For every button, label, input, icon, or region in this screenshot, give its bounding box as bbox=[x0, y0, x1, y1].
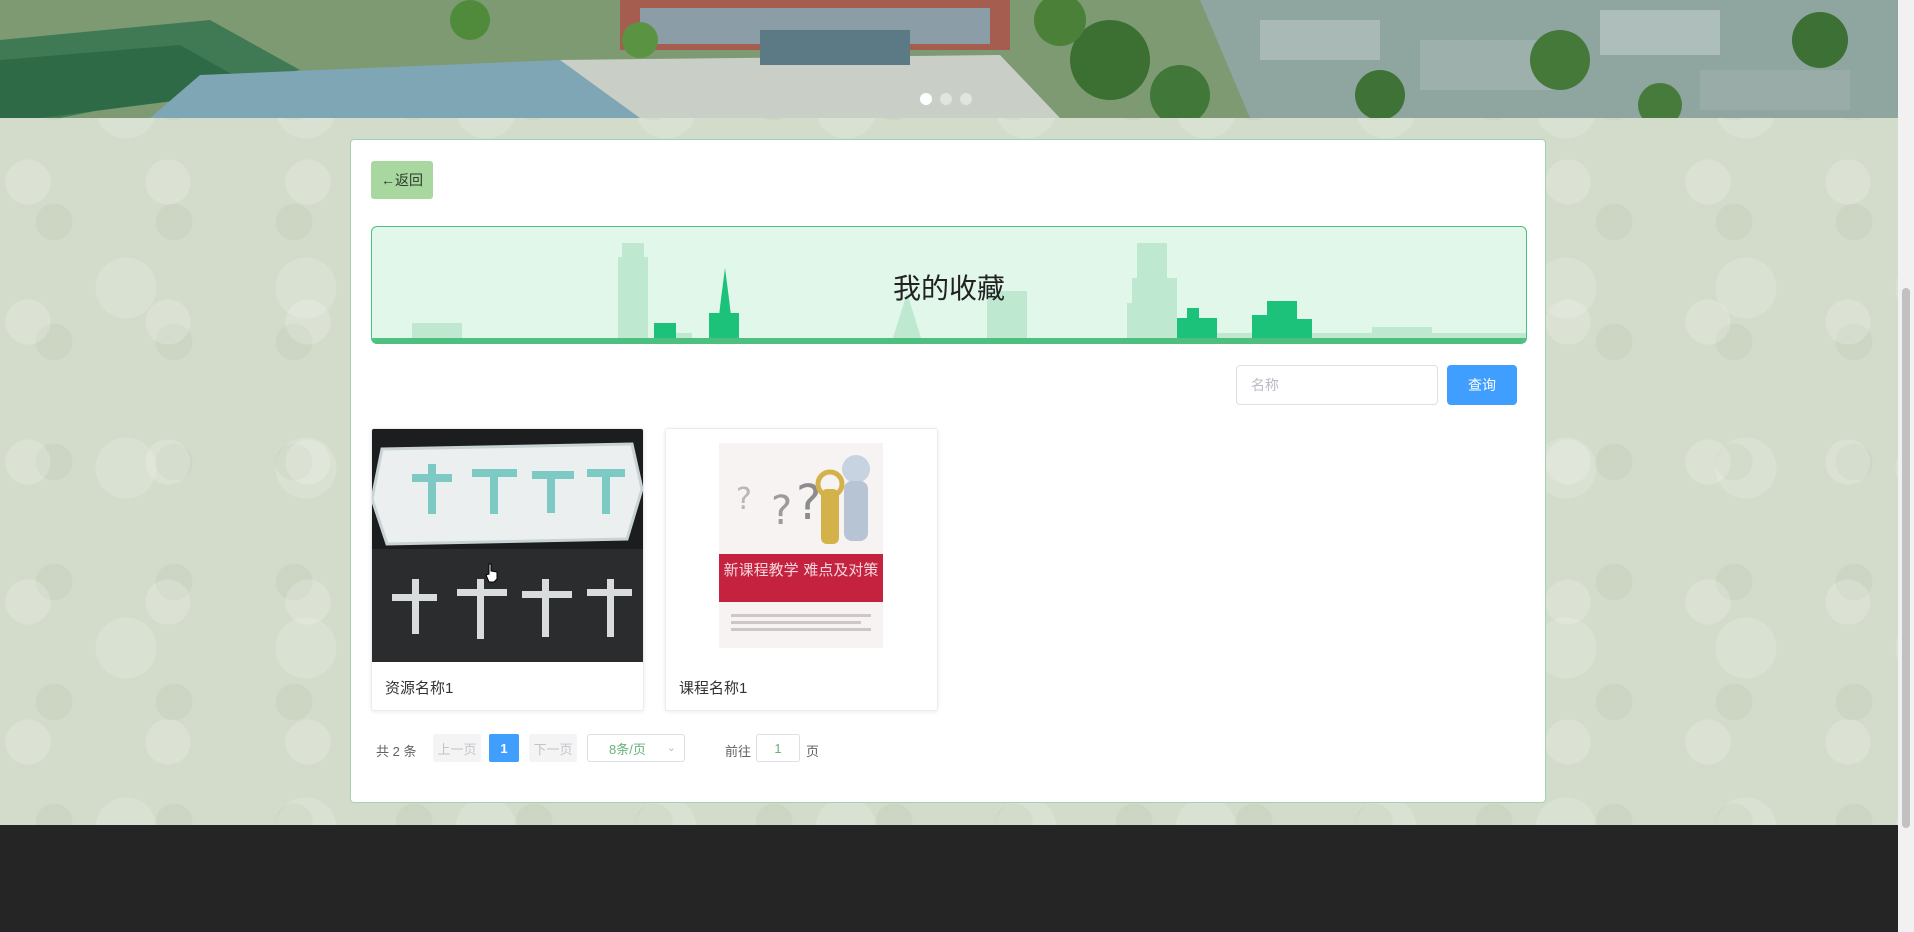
chevron-down-icon: ⌄ bbox=[666, 742, 676, 754]
pagination: 共 2 条 上一页 1 下一页 8条/页 ⌄ 前往 页 bbox=[351, 734, 1545, 762]
goto-label: 前往 bbox=[725, 744, 752, 759]
page-size-value: 8条/页 bbox=[609, 741, 646, 757]
svg-text:?: ? bbox=[736, 482, 752, 517]
page-unit-label: 页 bbox=[806, 744, 820, 759]
seal-carving-image bbox=[372, 429, 643, 662]
page-footer bbox=[0, 825, 1898, 932]
search-button[interactable]: 查询 bbox=[1447, 365, 1517, 405]
page-number-current[interactable]: 1 bbox=[489, 734, 519, 762]
carousel-dot[interactable] bbox=[960, 93, 972, 105]
carousel-dot[interactable] bbox=[920, 93, 932, 105]
hero-banner bbox=[0, 0, 1898, 118]
favorite-item[interactable]: ? ? ? 新课程教学 难点及对策 课程名称1 bbox=[665, 428, 938, 711]
scrollbar-thumb[interactable] bbox=[1902, 288, 1910, 828]
title-banner: 我的收藏 bbox=[371, 226, 1527, 344]
carousel-dot[interactable] bbox=[940, 93, 952, 105]
favorites-card: ←返回 我的收藏 名称 查询 资源名称1 ? ? ? 新课程教学 难点及对策 课… bbox=[350, 139, 1546, 803]
item-name: 资源名称1 bbox=[385, 680, 454, 697]
back-button[interactable]: ←返回 bbox=[371, 161, 433, 199]
next-page-button[interactable]: 下一页 bbox=[529, 734, 577, 762]
hand-cursor-icon bbox=[485, 563, 498, 583]
favorite-item[interactable]: 资源名称1 bbox=[371, 428, 644, 711]
goto-page-input[interactable] bbox=[756, 734, 800, 762]
total-count: 共 2 条 bbox=[376, 744, 417, 759]
svg-text:?: ? bbox=[771, 488, 792, 534]
name-search-input[interactable] bbox=[1236, 365, 1438, 405]
book-cover-title: 新课程教学 难点及对策 bbox=[724, 561, 879, 579]
vertical-scrollbar[interactable] bbox=[1898, 0, 1914, 932]
page-size-select[interactable]: 8条/页 ⌄ bbox=[587, 734, 685, 762]
book-cover-image: ? ? ? 新课程教学 难点及对策 bbox=[666, 429, 937, 662]
item-name: 课程名称1 bbox=[679, 680, 748, 697]
page-title: 我的收藏 bbox=[892, 273, 1005, 304]
prev-page-button[interactable]: 上一页 bbox=[433, 734, 481, 762]
